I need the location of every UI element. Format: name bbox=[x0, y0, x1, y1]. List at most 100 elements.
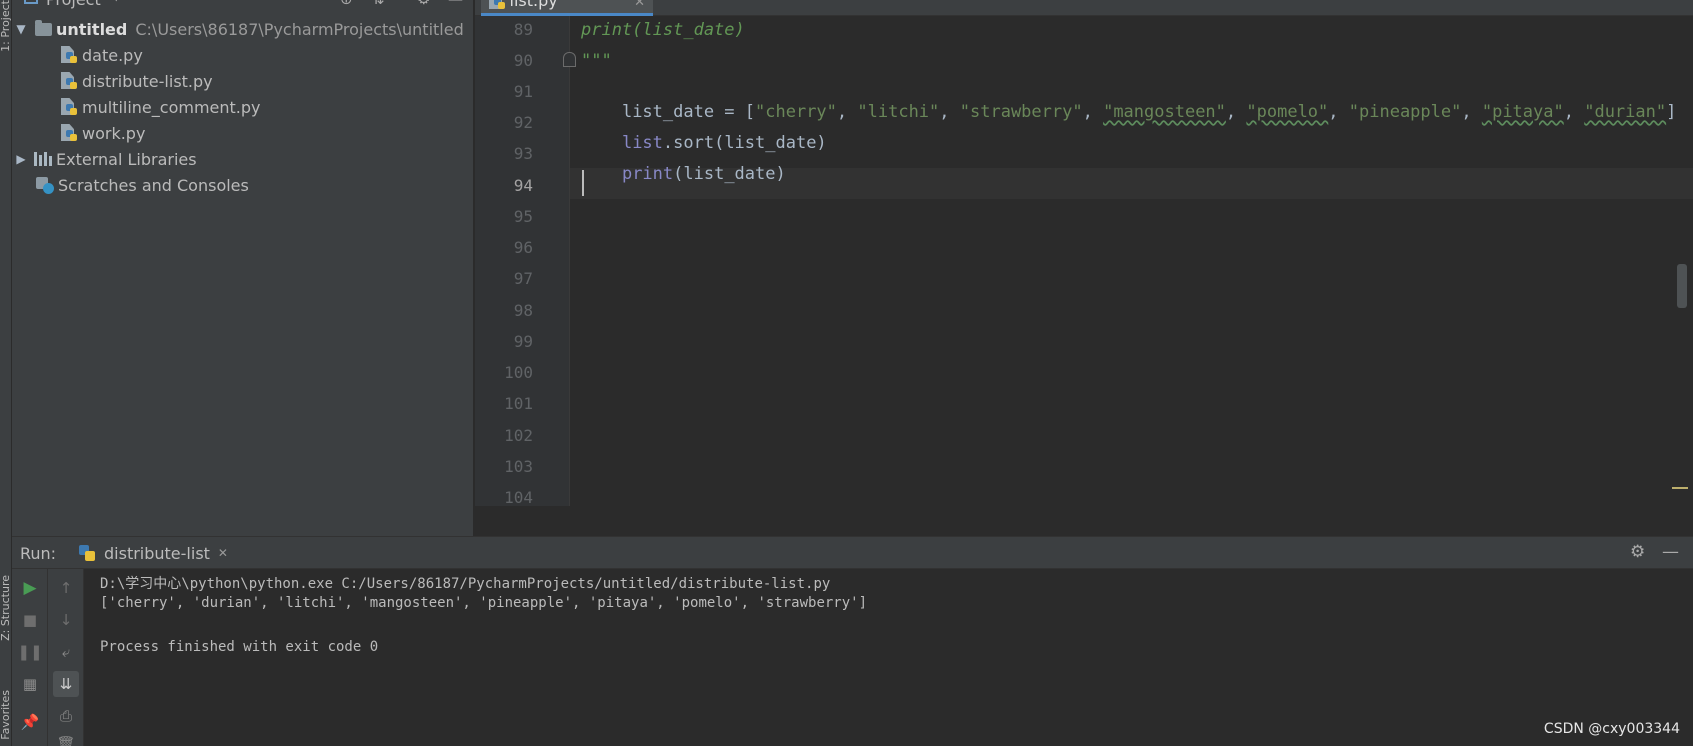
rerun-play-icon[interactable]: ▶ bbox=[17, 575, 43, 601]
layout-icon[interactable]: ▦ bbox=[17, 671, 43, 697]
print-icon[interactable]: ⎙ bbox=[53, 703, 79, 729]
python-icon bbox=[78, 544, 96, 562]
run-tab-label: distribute-list bbox=[104, 543, 210, 563]
line-number: 90 bbox=[513, 51, 533, 70]
project-view-icon bbox=[24, 0, 38, 4]
file-name: multiline_comment.py bbox=[82, 97, 261, 117]
code-token: (list_date) bbox=[673, 164, 786, 184]
code-token: , bbox=[939, 102, 960, 122]
root-folder-path: C:\Users\86187\PycharmProjects\untitled bbox=[135, 19, 464, 39]
line-number: 102 bbox=[504, 426, 533, 445]
code-token: , bbox=[836, 102, 858, 122]
editor-tab-bar: distribute-list.py ✕ bbox=[475, 0, 1693, 16]
python-file-icon bbox=[489, 0, 505, 10]
scratches-icon bbox=[36, 176, 54, 194]
string-literal: "strawberry" bbox=[959, 102, 1083, 122]
code-line-89[interactable]: print(list_date) bbox=[581, 20, 745, 40]
stop-icon[interactable]: ■ bbox=[17, 607, 43, 633]
tree-scratches[interactable]: Scratches and Consoles bbox=[36, 172, 249, 198]
string-literal: "mangosteen" bbox=[1103, 102, 1226, 122]
builtin-token: print bbox=[621, 164, 674, 184]
text-caret bbox=[582, 170, 584, 196]
project-panel: Project ▼ ⊕ ⇅ ⚙ — ▼ untitled C:\Users\86… bbox=[12, 0, 474, 536]
trash-icon[interactable]: 🗑 bbox=[53, 731, 79, 746]
editor-tab-label: distribute-list.py bbox=[509, 0, 558, 10]
string-literal: "litchi" bbox=[857, 102, 940, 122]
python-file-icon bbox=[60, 72, 78, 90]
code-line-90[interactable]: """ bbox=[581, 51, 612, 71]
code-token: ] bbox=[1666, 102, 1677, 122]
favorites-tool-tab[interactable]: Favorites bbox=[0, 690, 12, 740]
arrow-down-icon[interactable]: ↓ bbox=[53, 607, 79, 633]
soft-wrap-icon[interactable]: ⤶ bbox=[53, 639, 79, 665]
console-line-command: D:\学习中心\python\python.exe C:/Users/86187… bbox=[100, 576, 831, 592]
external-libraries-label: External Libraries bbox=[56, 149, 197, 169]
editor: distribute-list.py ✕ 89 90 91 92 93 94 9… bbox=[475, 0, 1693, 507]
project-view-title[interactable]: Project bbox=[46, 0, 101, 9]
left-tool-strip: 1: Project Z: Structure Favorites bbox=[0, 0, 12, 746]
line-number: 91 bbox=[513, 82, 533, 101]
run-panel-header: Run: distribute-list ✕ ⚙ — bbox=[12, 537, 1693, 569]
fold-marker-icon[interactable] bbox=[563, 52, 576, 67]
line-number: 100 bbox=[504, 363, 533, 382]
python-file-icon bbox=[60, 124, 78, 142]
tree-file-multiline-comment[interactable]: multiline_comment.py bbox=[60, 94, 261, 120]
pin-icon[interactable]: 📌 bbox=[17, 709, 43, 735]
run-panel-label: Run: bbox=[20, 544, 57, 563]
close-icon[interactable]: ✕ bbox=[218, 546, 228, 560]
code-token: , bbox=[1225, 102, 1247, 122]
pause-icon[interactable]: ❚❚ bbox=[17, 639, 43, 665]
python-file-icon bbox=[60, 98, 78, 116]
close-icon[interactable]: ✕ bbox=[634, 0, 645, 10]
editor-tab-distribute-list[interactable]: distribute-list.py ✕ bbox=[481, 0, 653, 16]
console-output[interactable]: D:\学习中心\python\python.exe C:/Users/86187… bbox=[100, 569, 1680, 746]
tree-file-date[interactable]: date.py bbox=[60, 42, 143, 68]
code-token: , bbox=[1328, 102, 1349, 122]
file-name: date.py bbox=[82, 45, 143, 65]
run-panel: Run: distribute-list ✕ ⚙ — ▶ ■ ❚❚ ▦ 📌 ↑ … bbox=[12, 536, 1693, 746]
arrow-up-icon[interactable]: ↑ bbox=[53, 575, 79, 601]
project-tool-tab[interactable]: 1: Project bbox=[0, 0, 12, 52]
line-number: 96 bbox=[513, 238, 533, 257]
run-toolbar-secondary: ↑ ↓ ⤶ ⇊ ⎙ 🗑 bbox=[48, 569, 84, 746]
chevron-down-icon[interactable]: ▼ bbox=[112, 0, 120, 3]
python-file-icon bbox=[60, 46, 78, 64]
code-line-93[interactable]: print(list_date) bbox=[581, 144, 786, 204]
root-folder-name: untitled bbox=[56, 19, 128, 39]
string-literal: "pitaya" bbox=[1481, 102, 1564, 122]
file-name: distribute-list.py bbox=[82, 71, 213, 91]
tree-file-distribute-list[interactable]: distribute-list.py bbox=[60, 68, 213, 94]
scratches-label: Scratches and Consoles bbox=[58, 175, 249, 195]
line-number: 95 bbox=[513, 207, 533, 226]
string-literal: "pomelo" bbox=[1246, 102, 1329, 122]
chevron-right-icon[interactable]: ▶ bbox=[14, 152, 28, 166]
line-number: 89 bbox=[513, 20, 533, 39]
library-icon bbox=[34, 150, 52, 168]
collapse-all-icon[interactable]: ⇅ bbox=[372, 0, 385, 8]
editor-scrollbar-thumb[interactable] bbox=[1677, 264, 1687, 308]
file-name: work.py bbox=[82, 123, 146, 143]
tree-root-untitled[interactable]: ▼ untitled C:\Users\86187\PycharmProject… bbox=[14, 16, 464, 42]
string-literal: "pineapple" bbox=[1348, 102, 1462, 122]
tree-file-work[interactable]: work.py bbox=[60, 120, 145, 146]
locate-icon[interactable]: ⊕ bbox=[340, 0, 353, 8]
scroll-to-end-icon[interactable]: ⇊ bbox=[53, 671, 79, 697]
run-toolbar-primary: ▶ ■ ❚❚ ▦ 📌 bbox=[12, 569, 48, 746]
line-number: 104 bbox=[504, 488, 533, 507]
gear-icon[interactable]: ⚙ bbox=[417, 0, 430, 8]
run-tab-distribute-list[interactable]: distribute-list ✕ bbox=[72, 537, 234, 569]
line-number-gutter: 89 90 91 92 93 94 95 96 97 98 99 100 101… bbox=[475, 16, 569, 507]
fold-guide bbox=[569, 16, 570, 506]
gear-icon[interactable]: ⚙ bbox=[1630, 542, 1645, 562]
code-token: , bbox=[1461, 102, 1482, 122]
minimize-icon[interactable]: — bbox=[448, 0, 463, 8]
project-panel-header: Project ▼ ⊕ ⇅ ⚙ — bbox=[12, 0, 474, 14]
line-number: 103 bbox=[504, 457, 533, 476]
line-number: 92 bbox=[513, 113, 533, 132]
minimize-icon[interactable]: — bbox=[1662, 542, 1679, 562]
tree-external-libraries[interactable]: ▶ External Libraries bbox=[14, 146, 197, 172]
chevron-down-icon[interactable]: ▼ bbox=[14, 22, 28, 36]
watermark: CSDN @cxy003344 bbox=[1543, 721, 1680, 737]
scroll-marker bbox=[1672, 487, 1688, 489]
structure-tool-tab[interactable]: Z: Structure bbox=[0, 575, 12, 641]
